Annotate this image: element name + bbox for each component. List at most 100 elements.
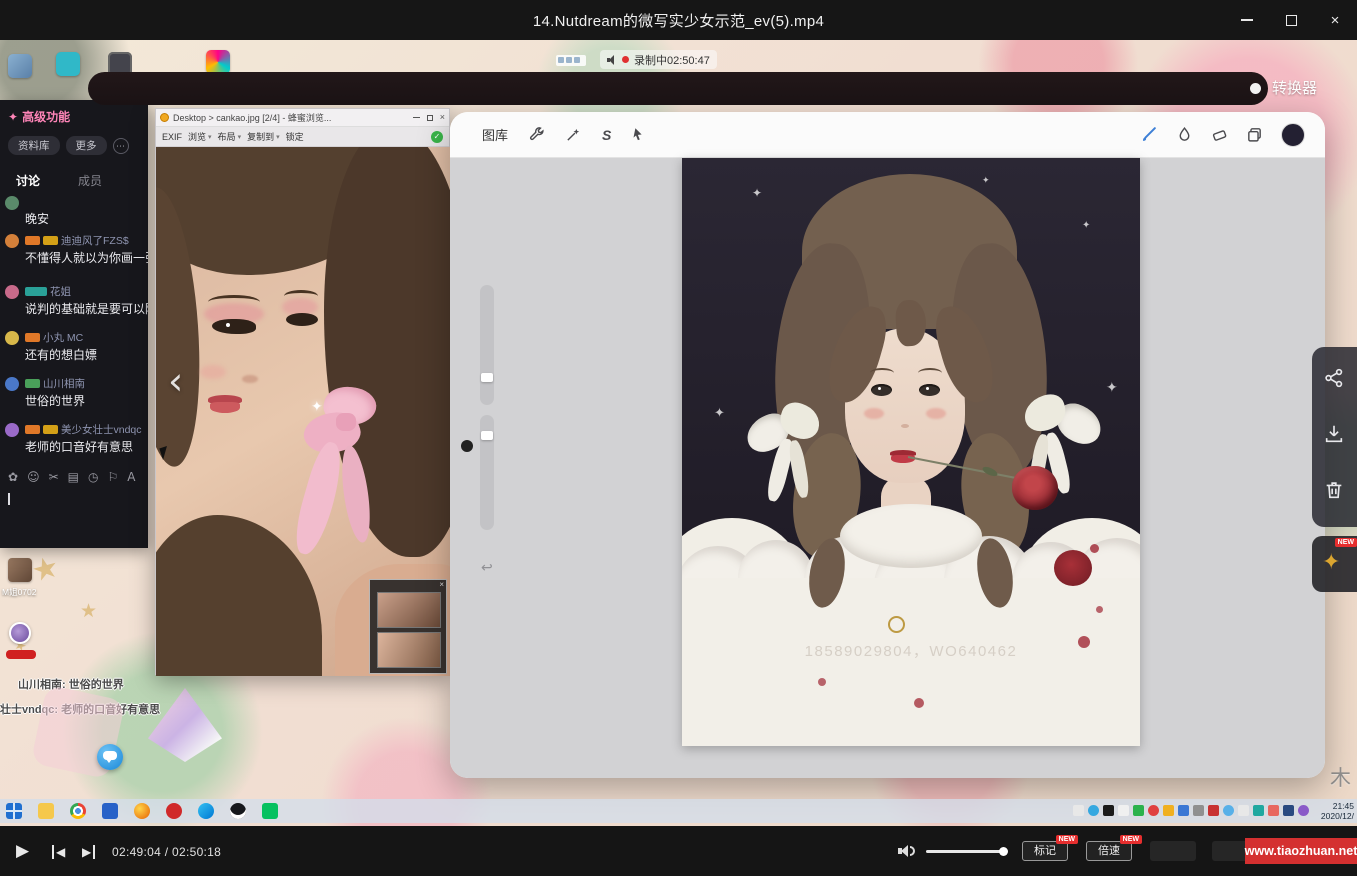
wechat-icon[interactable]: [262, 803, 278, 819]
tray-icon[interactable]: [1298, 805, 1309, 816]
slider-handle[interactable]: [481, 373, 493, 382]
viewer-close-icon[interactable]: ×: [440, 113, 445, 122]
file-explorer-icon[interactable]: [38, 803, 54, 819]
adjustments-wand-icon[interactable]: [565, 126, 582, 143]
tray-icon[interactable]: [1178, 805, 1189, 816]
minimize-button[interactable]: [1225, 0, 1269, 40]
more-button[interactable]: 更多: [66, 136, 107, 155]
chrome-icon[interactable]: [70, 803, 86, 819]
thumbnail-close-icon[interactable]: ×: [439, 580, 444, 589]
volume-slider[interactable]: [926, 850, 1004, 853]
player-extra-button-1[interactable]: [1150, 841, 1196, 861]
tray-icon[interactable]: [1193, 805, 1204, 816]
tab-discussion[interactable]: 讨论: [16, 172, 40, 189]
wrench-icon[interactable]: [528, 126, 545, 143]
tray-icon[interactable]: [1118, 805, 1129, 816]
brush-size-slider[interactable]: [480, 285, 494, 405]
previous-button[interactable]: ◀: [52, 845, 65, 859]
desktop-icon[interactable]: [8, 54, 32, 78]
volume-wave-icon: [910, 846, 915, 856]
toolbar-item-lock[interactable]: 锁定: [286, 130, 304, 143]
eraser-icon[interactable]: [1211, 126, 1228, 143]
trash-icon[interactable]: [1323, 479, 1345, 506]
scissors-icon[interactable]: ✂: [49, 470, 59, 484]
next-button[interactable]: ▶: [82, 845, 95, 859]
flower-icon[interactable]: ✿: [8, 470, 18, 484]
volume-icon[interactable]: [898, 844, 916, 858]
taskbar-clock[interactable]: 21:45 2020/12/: [1321, 801, 1354, 821]
tray-icon[interactable]: [1268, 805, 1279, 816]
library-button[interactable]: 资料库: [8, 136, 60, 155]
modify-button[interactable]: [461, 440, 473, 452]
photo-thumbnail[interactable]: [377, 592, 441, 628]
firefox-icon[interactable]: [134, 803, 150, 819]
download-icon[interactable]: [1323, 423, 1345, 450]
tray-icon[interactable]: [1208, 805, 1219, 816]
tray-icon[interactable]: [1073, 805, 1084, 816]
chat-bubble-button[interactable]: [97, 744, 123, 770]
panel-menu-icon[interactable]: ⋯: [113, 138, 129, 154]
smudge-icon[interactable]: [1176, 126, 1193, 143]
tray-icon[interactable]: [1133, 805, 1144, 816]
selection-tool-button[interactable]: S: [602, 127, 611, 143]
mark-button[interactable]: 标记 NEW: [1022, 841, 1068, 861]
video-frame[interactable]: 录制中02:50:47 转换器 ✦ 高级功能 资料库 更多 ⋯ 讨论 成员: [0, 40, 1357, 826]
play-button[interactable]: ▶: [16, 841, 29, 861]
painting-canvas[interactable]: ✦ ✦ ✦ ✦ ✦: [682, 158, 1140, 746]
speed-button[interactable]: 倍速 NEW: [1086, 841, 1132, 861]
brush-opacity-slider[interactable]: [480, 415, 494, 530]
chat-input-caret[interactable]: [8, 493, 10, 505]
maximize-button[interactable]: [1269, 0, 1313, 40]
desktop-avatar[interactable]: [8, 558, 32, 582]
tray-icon[interactable]: [1088, 805, 1099, 816]
photo-thumbnail[interactable]: [377, 632, 441, 668]
chat-username: 花姐: [50, 284, 71, 298]
clock-icon[interactable]: ◷: [88, 470, 98, 484]
layers-icon[interactable]: [1246, 126, 1263, 143]
gallery-button[interactable]: 图库: [482, 125, 508, 144]
viewer-maximize-icon[interactable]: [427, 115, 433, 121]
tray-icon[interactable]: [1223, 805, 1234, 816]
tab-members[interactable]: 成员: [78, 172, 102, 189]
flag-icon[interactable]: ⚐: [107, 470, 118, 484]
font-icon[interactable]: A: [127, 470, 135, 484]
toolbar-item-copyto[interactable]: 复制到▾: [247, 130, 280, 143]
tray-icon[interactable]: [1148, 805, 1159, 816]
tray-icon[interactable]: [1163, 805, 1174, 816]
tray-icon[interactable]: [1103, 805, 1114, 816]
dress-body: [682, 578, 1140, 746]
tray-icon[interactable]: [1238, 805, 1249, 816]
qq-icon[interactable]: [230, 803, 246, 819]
paint-toolbar-right: [1139, 123, 1325, 147]
desktop-icon[interactable]: [56, 52, 80, 76]
viewer-minimize-icon[interactable]: [413, 117, 420, 119]
app-icon[interactable]: [102, 803, 118, 819]
edge-icon[interactable]: [198, 803, 214, 819]
emoji-icon[interactable]: ☺: [27, 470, 40, 484]
eye: [919, 384, 940, 396]
slider-handle[interactable]: [481, 431, 493, 440]
previous-image-button[interactable]: ‹: [168, 359, 183, 403]
toolbar-item-exif[interactable]: EXIF: [162, 132, 182, 142]
collar-ruffle: [840, 504, 982, 568]
undo-icon[interactable]: ↩: [481, 560, 493, 576]
photo-pink-bow: [296, 387, 406, 577]
music-app-icon[interactable]: [166, 803, 182, 819]
spiral-app-icon[interactable]: [9, 622, 31, 644]
tray-icon[interactable]: [1253, 805, 1264, 816]
tray-icon[interactable]: [1283, 805, 1294, 816]
close-button[interactable]: ×: [1313, 0, 1357, 40]
favorite-star-button[interactable]: ✦ NEW: [1312, 536, 1357, 592]
image-icon[interactable]: ▤: [68, 470, 79, 484]
check-icon[interactable]: ✓: [431, 131, 443, 143]
petal: [1096, 606, 1103, 613]
brush-icon[interactable]: [1139, 125, 1158, 144]
toolbar-item-layout[interactable]: 布局▾: [218, 130, 242, 143]
color-swatch[interactable]: [1281, 123, 1305, 147]
volume-knob[interactable]: [999, 847, 1008, 856]
transform-arrow-icon[interactable]: [631, 127, 646, 142]
start-button-icon[interactable]: [6, 803, 22, 819]
toolbar-item-browse[interactable]: 浏览▾: [188, 130, 212, 143]
share-icon[interactable]: [1323, 367, 1345, 394]
desktop-icon[interactable]: [206, 50, 230, 74]
